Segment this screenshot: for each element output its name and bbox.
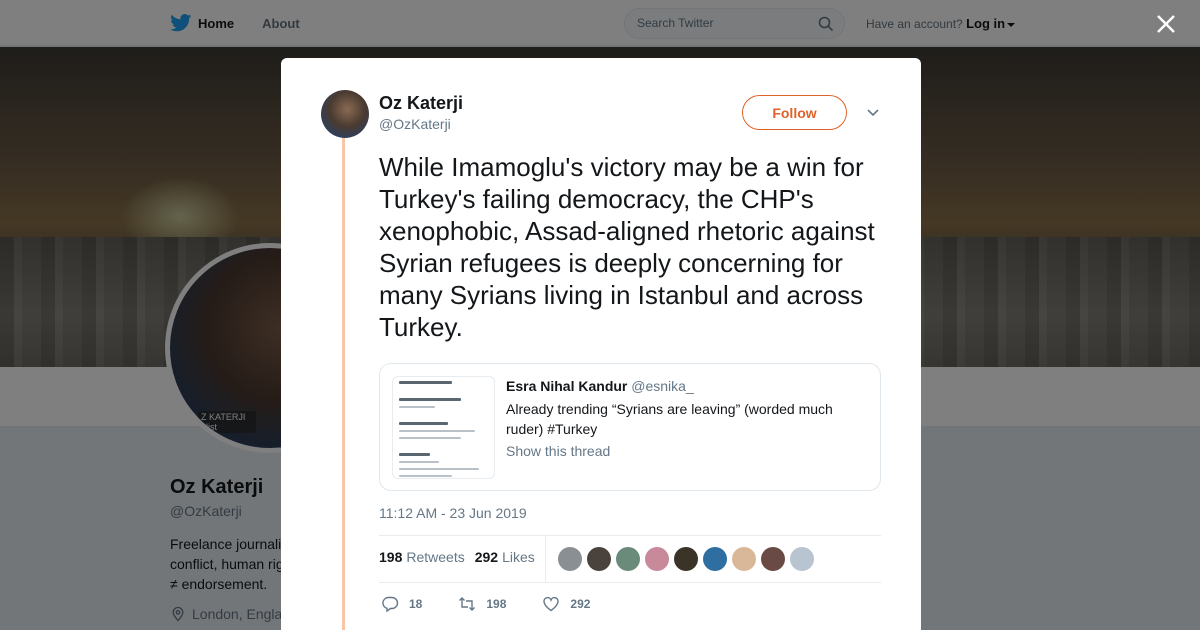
reply-button[interactable]: 18 bbox=[381, 595, 422, 613]
quoted-tweet-text: Already trending “Syrians are leaving” (… bbox=[506, 401, 833, 437]
likes-count: 292 bbox=[474, 549, 499, 565]
tweet-text: While Imamoglu's victory may be a win fo… bbox=[379, 152, 875, 342]
divider bbox=[379, 535, 881, 536]
stats-separator bbox=[545, 536, 546, 582]
quoted-author-handle: @esnika_ bbox=[631, 378, 694, 394]
retweets-stat[interactable]: 198 Retweets bbox=[379, 549, 465, 565]
retweet-count: 198 bbox=[486, 597, 507, 611]
quoted-tweet-image bbox=[392, 376, 495, 479]
liker-avatar[interactable] bbox=[761, 547, 785, 571]
thread-line bbox=[342, 138, 345, 630]
tweet-author-avatar[interactable] bbox=[321, 90, 369, 138]
chevron-down-icon[interactable] bbox=[865, 105, 881, 121]
retweets-label: Retweets bbox=[406, 549, 465, 565]
close-icon[interactable] bbox=[1154, 12, 1178, 36]
retweets-count: 198 bbox=[379, 549, 403, 565]
quoted-tweet[interactable]: Esra Nihal Kandur @esnika_ Already trend… bbox=[379, 363, 881, 491]
tweet-modal: Oz Katerji @OzKaterji Follow While Imamo… bbox=[281, 58, 921, 630]
liker-avatar[interactable] bbox=[558, 547, 582, 571]
divider bbox=[379, 582, 881, 583]
tweet-actions: 18 198 292 bbox=[381, 595, 626, 613]
follow-button[interactable]: Follow bbox=[742, 95, 847, 130]
retweet-icon bbox=[459, 597, 476, 611]
tweet-timestamp: 11:12 AM - 23 Jun 2019 bbox=[379, 505, 527, 521]
liker-avatar[interactable] bbox=[645, 547, 669, 571]
liker-avatar[interactable] bbox=[703, 547, 727, 571]
like-button[interactable]: 292 bbox=[542, 595, 590, 613]
retweet-button[interactable]: 198 bbox=[458, 595, 506, 613]
heart-icon bbox=[543, 596, 560, 612]
likes-stat[interactable]: 292 Likes bbox=[475, 549, 535, 565]
tweet-author-handle[interactable]: @OzKaterji bbox=[379, 116, 451, 132]
like-count: 292 bbox=[570, 597, 591, 611]
reply-count: 18 bbox=[409, 597, 423, 611]
liker-avatar[interactable] bbox=[790, 547, 814, 571]
likes-label: Likes bbox=[502, 549, 535, 565]
liker-avatar[interactable] bbox=[674, 547, 698, 571]
liker-avatar[interactable] bbox=[732, 547, 756, 571]
quoted-author-name: Esra Nihal Kandur bbox=[506, 378, 628, 394]
liker-avatars bbox=[558, 547, 819, 571]
liker-avatar[interactable] bbox=[616, 547, 640, 571]
reply-icon bbox=[382, 596, 399, 613]
tweet-author-name[interactable]: Oz Katerji bbox=[379, 93, 463, 114]
quoted-tweet-header: Esra Nihal Kandur @esnika_ bbox=[506, 378, 694, 394]
show-thread-link[interactable]: Show this thread bbox=[506, 443, 610, 459]
tweet-stats: 198 Retweets 292 Likes bbox=[379, 549, 545, 565]
liker-avatar[interactable] bbox=[587, 547, 611, 571]
